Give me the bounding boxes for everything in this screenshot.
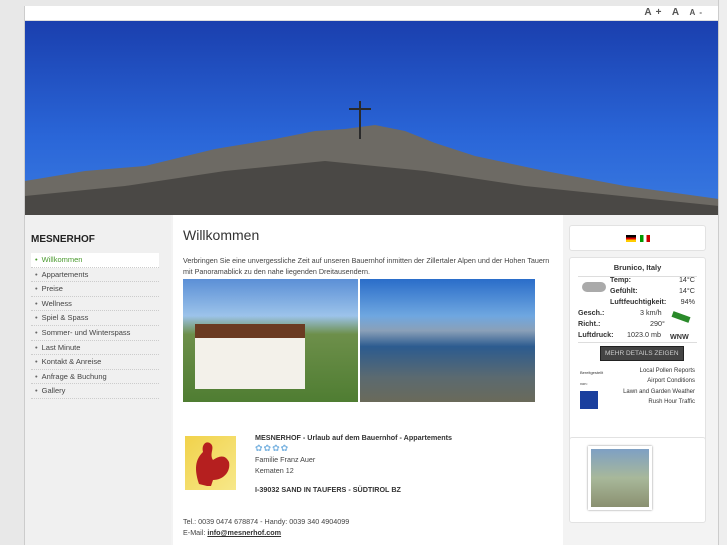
temp-value: 14°C	[678, 275, 695, 284]
cloud-icon	[582, 282, 606, 292]
page: A+ A A- MESNERHOF Willkommen Appartement…	[24, 6, 718, 545]
speed-label: Gesch.:	[578, 308, 605, 317]
pressure-label: Luftdruck:	[578, 330, 614, 339]
sidebar-title: MESNERHOF	[31, 234, 95, 245]
nav-item-appartements[interactable]: Appartements	[31, 268, 159, 283]
nav-item-wellness[interactable]: Wellness	[31, 297, 159, 312]
sponsor-label: Bereitgestellt	[580, 370, 604, 375]
nav-item-last-minute[interactable]: Last Minute	[31, 341, 159, 356]
nav-menu: Willkommen Appartements Preise Wellness …	[31, 253, 159, 399]
german-flag-icon[interactable]	[625, 234, 636, 242]
phone-numbers: Tel.: 0039 0474 678874 - Handy: 0039 340…	[183, 517, 350, 526]
page-title: Willkommen	[183, 227, 260, 243]
phone-info: Tel.: 0039 0474 678874 - Handy: 0039 340…	[183, 516, 349, 538]
nav-item-anfrage-buchung[interactable]: Anfrage & Buchung	[31, 370, 159, 385]
nav-item-sommer-winterspass[interactable]: Sommer- und Winterspass	[31, 326, 159, 341]
weather-channel-logo[interactable]	[580, 391, 598, 409]
pressure-value: 1023.0 mb	[627, 330, 661, 339]
humidity-value: 94%	[680, 297, 695, 306]
right-column: Brunico, Italy Temp: 14°C Gefühlt: 14°C …	[569, 225, 706, 523]
sponsor-label-2: von:	[580, 381, 588, 386]
email-link[interactable]: info@mesnerhof.com	[207, 528, 281, 537]
direction-label: Richt.:	[578, 319, 601, 328]
contact-info: MESNERHOF - Urlaub auf dem Bauernhof - A…	[255, 432, 452, 495]
rooster-logo	[185, 436, 236, 490]
flower-rating-icon: ✿✿✿✿	[255, 443, 290, 453]
font-size-controls: A+ A A-	[644, 7, 706, 18]
main-content: Willkommen Verbringen Sie eine unvergess…	[173, 215, 563, 545]
mountain-lake-photo	[360, 279, 535, 402]
gallery-thumbnail-box	[569, 437, 706, 523]
direction-value: 290°	[650, 319, 665, 328]
header-banner-image	[25, 21, 718, 215]
street: Kematen 12	[255, 466, 294, 475]
font-larger-button[interactable]: A+	[644, 7, 665, 18]
business-name: MESNERHOF - Urlaub auf dem Bauernhof - A…	[255, 433, 453, 442]
temp-label: Temp:	[610, 275, 632, 284]
language-switcher	[569, 225, 706, 251]
font-smaller-button[interactable]: A-	[690, 8, 706, 17]
city: I-39032 SAND IN TAUFERS - SÜDTIROL BZ	[255, 485, 401, 494]
scrollbar[interactable]	[718, 0, 727, 545]
nav-item-preise[interactable]: Preise	[31, 282, 159, 297]
nav-item-gallery[interactable]: Gallery	[31, 384, 159, 399]
family-name: Familie Franz Auer	[255, 455, 316, 464]
humidity-label: Luftfeuchtigkeit:	[610, 297, 667, 306]
gallery-thumbnail[interactable]	[588, 446, 652, 510]
nav-item-kontakt-anreise[interactable]: Kontakt & Anreise	[31, 355, 159, 370]
email-label: E-Mail:	[183, 528, 208, 537]
nav-item-willkommen[interactable]: Willkommen	[31, 253, 159, 268]
font-normal-button[interactable]: A	[672, 7, 683, 18]
farmhouse-photo	[183, 279, 358, 402]
sidebar: MESNERHOF Willkommen Appartements Preise…	[25, 215, 171, 545]
speed-value: 3 km/h	[640, 308, 662, 317]
wind-arrow-icon	[671, 311, 691, 323]
photo-row	[183, 279, 535, 402]
felt-value: 14°C	[678, 286, 695, 295]
nav-item-spiel-spass[interactable]: Spiel & Spass	[31, 311, 159, 326]
link-traffic[interactable]: Rush Hour Traffic	[648, 399, 695, 405]
link-garden[interactable]: Lawn and Garden Weather	[623, 389, 695, 395]
link-pollen[interactable]: Local Pollen Reports	[640, 368, 695, 374]
intro-text: Verbringen Sie eine unvergessliche Zeit …	[183, 256, 550, 276]
top-bar: A+ A A-	[25, 6, 718, 21]
felt-label: Gefühlt:	[610, 286, 638, 295]
more-details-button[interactable]: MEHR DETAILS ZEIGEN	[600, 346, 684, 361]
wind-direction: WNW	[670, 332, 689, 341]
italian-flag-icon[interactable]	[639, 234, 650, 242]
link-airport[interactable]: Airport Conditions	[647, 378, 695, 384]
